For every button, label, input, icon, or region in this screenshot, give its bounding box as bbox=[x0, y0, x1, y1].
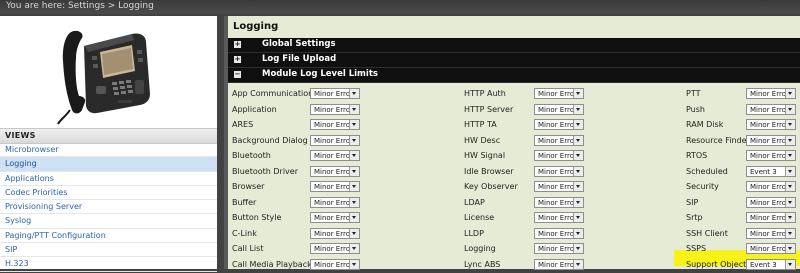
module-label: Srtp bbox=[686, 213, 703, 222]
dropdown-arrow-icon[interactable] bbox=[785, 182, 795, 191]
log-level-value: Minor Error bbox=[750, 136, 789, 145]
log-level-row: RTOS Minor Error bbox=[228, 150, 800, 164]
module-label: Resource Finder bbox=[686, 135, 750, 145]
log-level-value: Minor Error bbox=[750, 90, 789, 98]
sidebar-item-paging-ptt-configuration[interactable]: Paging/PTT Configuration bbox=[0, 229, 217, 244]
views-header: VIEWS bbox=[0, 128, 217, 144]
module-label: Push bbox=[686, 104, 705, 114]
log-level-select[interactable]: Minor Error bbox=[746, 181, 796, 192]
log-level-value: Event 3 bbox=[750, 167, 777, 176]
module-label: SSPS bbox=[686, 244, 707, 253]
log-level-row: Security Minor Error bbox=[228, 181, 800, 195]
log-level-value: Minor Error bbox=[750, 198, 789, 207]
sidebar-item-provisioning-server[interactable]: Provisioning Server bbox=[0, 200, 217, 215]
log-level-select[interactable]: Minor Error bbox=[746, 103, 796, 115]
breadcrumb-bar: You are here: Settings > Logging bbox=[0, 0, 800, 14]
sidebar-item-sip[interactable]: SIP bbox=[0, 243, 217, 258]
module-label: RAM Disk bbox=[686, 120, 724, 129]
log-level-row: Support Objects Event 3 bbox=[228, 258, 800, 273]
log-level-value: Minor Error bbox=[750, 245, 789, 253]
module-label: PTT bbox=[686, 89, 701, 98]
section-label: Log File Upload bbox=[262, 54, 337, 64]
log-level-row: Resource Finder Minor Error bbox=[228, 134, 800, 149]
desk-phone-icon bbox=[57, 30, 150, 125]
log-level-value: Event 3 bbox=[750, 260, 777, 269]
sidebar-item-h-323[interactable]: H.323 bbox=[0, 257, 217, 272]
expand-icon[interactable]: + bbox=[234, 56, 241, 63]
sidebar-item-syslog[interactable]: Syslog bbox=[0, 214, 217, 229]
dropdown-arrow-icon[interactable] bbox=[785, 135, 795, 145]
sidebar-item-microbrowser[interactable]: Microbrowser bbox=[0, 143, 217, 158]
section-label: Module Log Level Limits bbox=[262, 69, 378, 79]
breadcrumb: You are here: Settings > Logging bbox=[6, 1, 154, 11]
module-label: SSH Client bbox=[686, 228, 728, 238]
log-level-row: Push Minor Error bbox=[228, 103, 800, 118]
log-level-value: Minor Error bbox=[750, 152, 789, 160]
log-level-row: SSPS Minor Error bbox=[228, 243, 800, 257]
log-level-select[interactable]: Minor Error bbox=[746, 134, 796, 146]
log-level-select[interactable]: Minor Error bbox=[746, 119, 796, 130]
log-level-select[interactable]: Minor Error bbox=[746, 88, 796, 99]
log-level-value: Minor Error bbox=[750, 183, 789, 191]
expand-icon[interactable]: + bbox=[234, 41, 241, 48]
log-level-row: RAM Disk Minor Error bbox=[228, 119, 800, 133]
sidebar-item-logging[interactable]: Logging bbox=[0, 157, 217, 172]
module-label: Security bbox=[686, 182, 719, 191]
module-label: Scheduled bbox=[686, 166, 728, 176]
dropdown-arrow-icon[interactable] bbox=[785, 244, 795, 253]
log-level-select[interactable]: Minor Error bbox=[746, 243, 796, 254]
section-label: Global Settings bbox=[262, 39, 336, 49]
log-level-row: Scheduled Event 3 bbox=[228, 165, 800, 180]
section-log-file-upload[interactable]: + Log File Upload bbox=[228, 53, 800, 68]
dropdown-arrow-icon[interactable] bbox=[785, 151, 795, 160]
main-panel: Logging + Global Settings + Log File Upl… bbox=[228, 16, 800, 270]
sidebar-item-codec-priorities[interactable]: Codec Priorities bbox=[0, 186, 217, 201]
log-level-select[interactable]: Minor Error bbox=[746, 227, 796, 239]
dropdown-arrow-icon[interactable] bbox=[785, 166, 795, 176]
collapse-icon[interactable]: − bbox=[234, 71, 241, 78]
dropdown-arrow-icon[interactable] bbox=[785, 120, 795, 129]
dropdown-arrow-icon[interactable] bbox=[785, 197, 795, 207]
log-level-select[interactable]: Minor Error bbox=[746, 212, 796, 223]
module-label: Support Objects bbox=[686, 259, 751, 269]
phone-image-area bbox=[0, 16, 217, 128]
log-level-select[interactable]: Event 3 bbox=[746, 165, 796, 177]
left-panel: VIEWS Microbrowser Logging Applications Cod… bbox=[0, 16, 217, 272]
log-level-value: Minor Error bbox=[750, 214, 789, 222]
log-level-row: SIP Minor Error bbox=[228, 196, 800, 211]
dropdown-arrow-icon[interactable] bbox=[785, 104, 795, 114]
log-level-select[interactable]: Event 3 bbox=[746, 258, 796, 270]
module-label: RTOS bbox=[686, 151, 708, 160]
log-level-value: Minor Error bbox=[750, 229, 789, 238]
dropdown-arrow-icon[interactable] bbox=[785, 259, 795, 269]
log-level-row: PTT Minor Error bbox=[228, 88, 800, 102]
nav-list: Microbrowser Logging Applications Codec Pri… bbox=[0, 143, 217, 272]
dropdown-arrow-icon[interactable] bbox=[785, 228, 795, 238]
dropdown-arrow-icon[interactable] bbox=[785, 89, 795, 98]
module-label: SIP bbox=[686, 197, 699, 207]
section-global-settings[interactable]: + Global Settings bbox=[228, 38, 800, 53]
log-level-value: Minor Error bbox=[750, 105, 789, 114]
log-level-row: SSH Client Minor Error bbox=[228, 227, 800, 242]
page-title: Logging bbox=[233, 21, 279, 32]
log-level-select[interactable]: Minor Error bbox=[746, 150, 796, 161]
views-title: VIEWS bbox=[5, 131, 36, 140]
section-module-log-level-limits[interactable]: − Module Log Level Limits bbox=[228, 68, 800, 83]
sidebar-item-applications[interactable]: Applications bbox=[0, 172, 217, 186]
log-level-value: Minor Error bbox=[750, 121, 789, 129]
log-level-row: Srtp Minor Error bbox=[228, 212, 800, 226]
dropdown-arrow-icon[interactable] bbox=[785, 213, 795, 222]
log-level-select[interactable]: Minor Error bbox=[746, 196, 796, 208]
